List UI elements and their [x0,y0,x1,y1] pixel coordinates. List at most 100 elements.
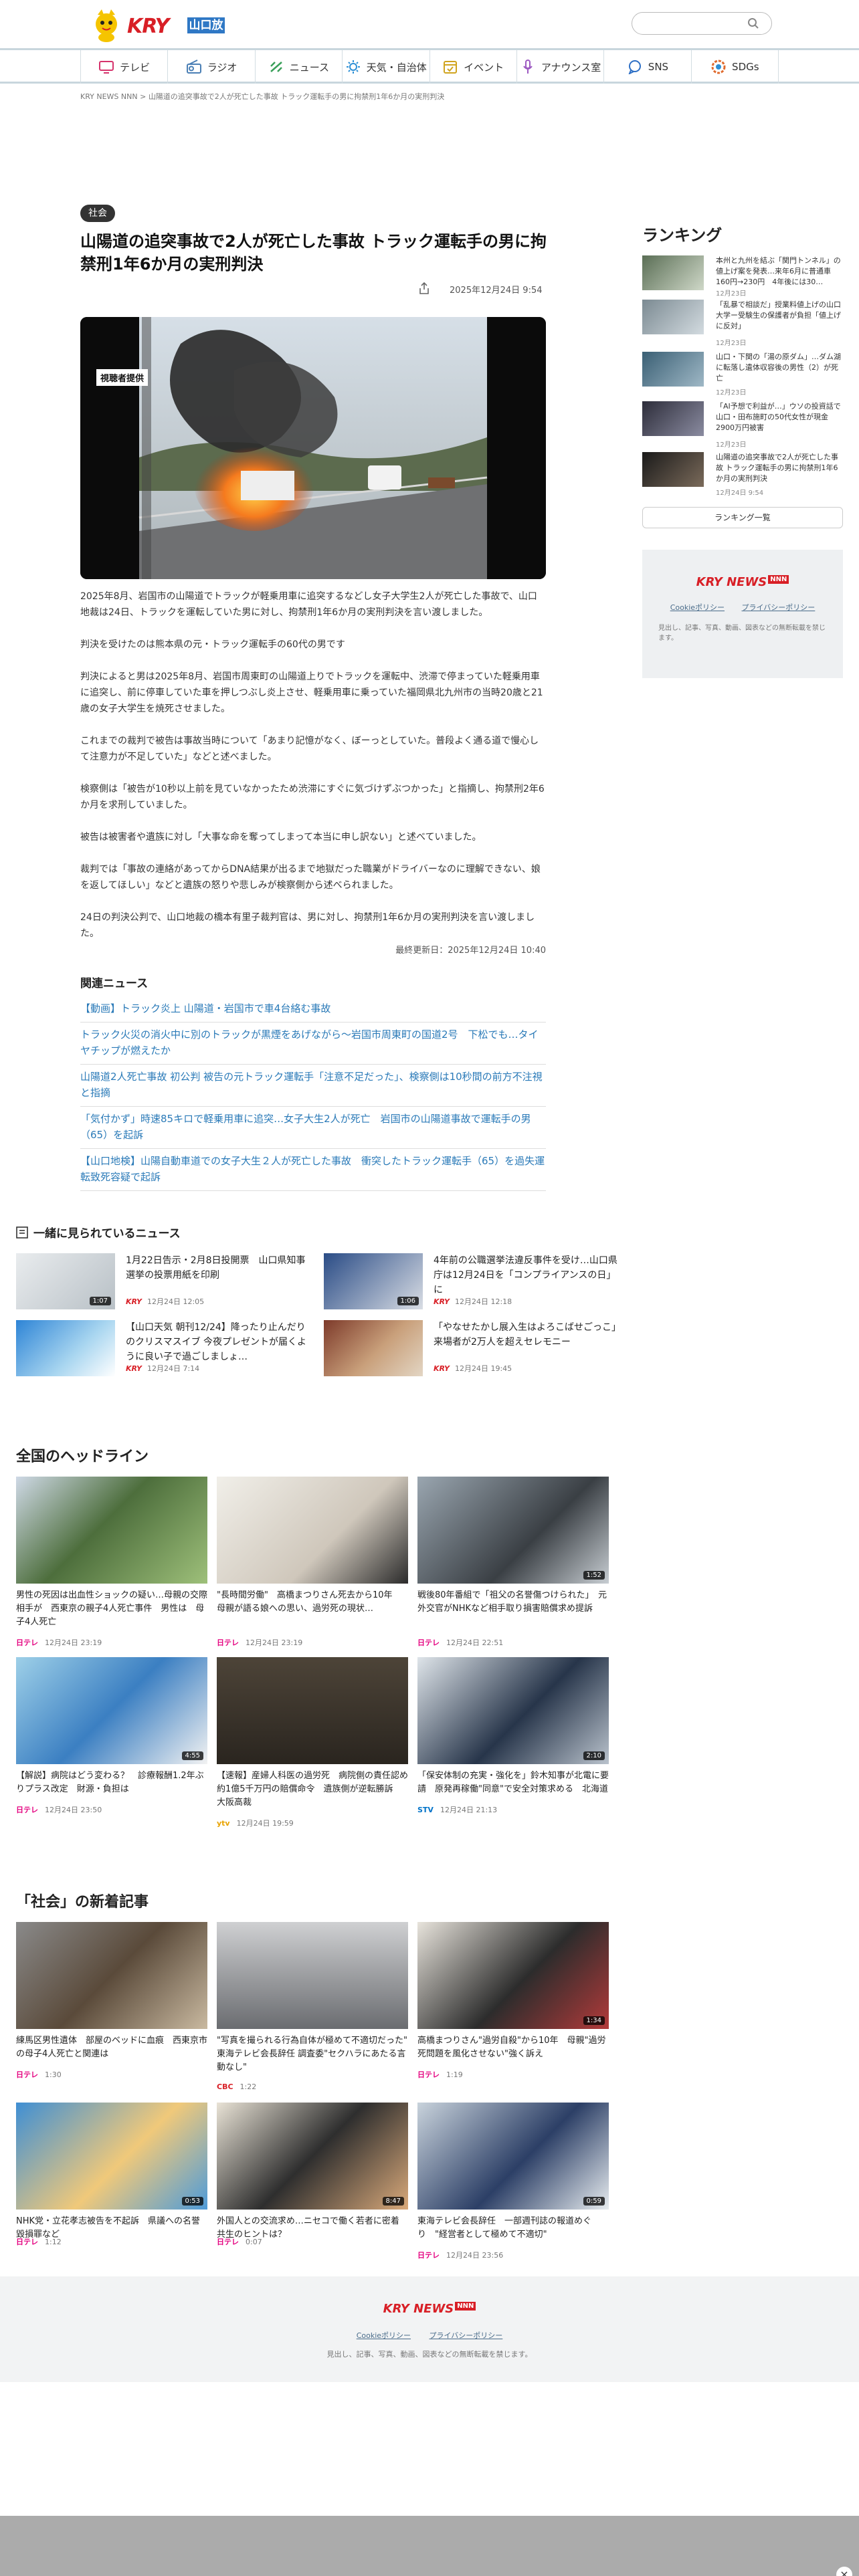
thumbnail [217,1477,408,1584]
thumbnail: 8:47 [217,2103,408,2210]
nav-tv[interactable]: テレビ [80,50,167,84]
related-link[interactable]: 【山口地検】山陽自動車道での女子大生２人が死亡した事故 衝突したトラック運転手（… [80,1149,546,1191]
thumbnail [324,1320,423,1376]
footer-brand[interactable]: KRY NEWS NNN [0,2302,859,2316]
news-card[interactable]: 1:34 高橋まつりさん"過労自殺"から10年 母親"過労死問題を風化させない"… [417,1922,609,2096]
article-paragraph: 2025年8月、岩国市の山陽道でトラックが軽乗用車に追突するなどし女子大学生2人… [80,591,537,618]
item-title: 1月22日告示・2月8日投開票 山口県知事選挙の投票用紙を印刷 [126,1255,306,1281]
promo-box: KRY NEWS NNN Cookieポリシー プライバシーポリシー 見出し、記事… [642,550,843,678]
card-meta: STV 12月24日 21:13 [417,1806,498,1814]
duration-badge: 1:06 [397,1297,419,1305]
related-link[interactable]: トラック火災の消火中に別のトラックが黒煙をあげながら～岩国市周東町の国道2号 下… [80,1023,546,1065]
site-header: KRY 山口放送 [0,0,859,48]
thumbnail [642,255,704,290]
duration-badge: 1:52 [583,1571,605,1580]
related-link[interactable]: 「気付かず」時速85キロで軽乗用車に追突…女子大生2人が死亡 岩国市の山陽道事故… [80,1107,546,1149]
item-date: 12月24日 12:18 [454,1297,512,1306]
news-card[interactable]: 8:47 外国人との交流求め…ニセコで働く若者に密着 共生のヒントは？ 日テレ 0… [217,2103,408,2276]
category-tag[interactable]: 社会 [80,205,115,222]
cookie-policy-link[interactable]: Cookieポリシー [670,603,725,612]
card-meta: CBC 1:22 [217,2082,257,2091]
privacy-policy-link[interactable]: プライバシーポリシー [430,2331,503,2340]
also-seen-item[interactable]: 1:07 1月22日告示・2月8日投開票 山口県知事選挙の投票用紙を印刷 KRY… [16,1253,310,1309]
nav-label: ニュース [289,61,330,74]
cookie-policy-link[interactable]: Cookieポリシー [357,2331,411,2340]
also-seen-item[interactable]: 1:06 4年前の公職選挙法違反事件を受け…山口県庁は12月24日を「コンプライ… [324,1253,618,1309]
site-logo[interactable]: KRY 山口放送 [87,5,227,48]
privacy-policy-link[interactable]: プライバシーポリシー [742,603,816,612]
ranking-item[interactable]: 本州と九州を結ぶ「関門トンネル」の値上げ案を発表…来年6月に普通車160円→23… [642,255,843,298]
duration-badge: 1:07 [89,1297,111,1305]
item-title: 4年前の公職選挙法違反事件を受け…山口県庁は12月24日を「コンプライアンスの日… [434,1255,617,1295]
card-title: 東海テレビ会長辞任 一部週刊誌の報道めぐり "経営者として極めて不適切" [417,2216,592,2240]
breadcrumb-home[interactable]: KRY NEWS NNN [80,92,138,101]
article-paragraph: 判決を受けたのは熊本県の元・トラック運転手の60代の男です [80,639,345,650]
photo-fire-truck [80,317,546,579]
ranking-date: 12月24日 9:54 [716,490,764,497]
news-card[interactable]: 1:52 戦後80年番組で「祖父の名誉傷つけられた」 元外交官がNHKなど相手取… [417,1477,609,1650]
ranking-item[interactable]: 「AI予想で利益が…」ウソの投資話で山口・田布施町の50代女性が現金2900万円… [642,401,843,449]
main-nav: テレビ ラジオ ニュース 天気・自治体 イベント アナウンス室 SNS SDGs [0,50,859,84]
nav-label: アナウンス室 [541,61,601,74]
article-paragraph: 被告は被害者や遺族に対し「大事な命を奪ってしまって本当に申し訳ない」と述べていま… [80,832,482,843]
news-card[interactable]: 男性の死因は出血性ショックの疑い…母親の交際相手が 西東京の親子4人死亡事件 男… [16,1477,207,1650]
nav-event[interactable]: イベント [429,50,516,84]
card-meta: 日テレ 12月24日 23:56 [417,2251,504,2260]
nav-news[interactable]: ニュース [254,50,342,84]
item-brand: KRY [434,1364,450,1373]
ranking-title: 山口・下関の「湯の原ダム」…ダム湖に転落し遺体収容後の男性（2）が死亡 [716,352,841,383]
item-meta: KRY 12月24日 7:14 [126,1363,199,1374]
duration-badge: 0:53 [181,2197,203,2206]
thumbnail: 0:53 [16,2103,207,2210]
item-date: 12月24日 7:14 [147,1364,200,1373]
news-card[interactable]: 2:10 「保安体制の充実・強化を」鈴木知事が北電に要請 原発再稼働"同意"で安… [417,1657,609,1831]
news-card[interactable]: 0:53 NHK党・立花孝志被告を不起訴 県議への名誉毀損罪など 日テレ 1:12 [16,2103,207,2276]
news-card[interactable]: 0:59 東海テレビ会長辞任 一部週刊誌の報道めぐり "経営者として極めて不適切… [417,2103,609,2276]
society-heading: 「社会」の新着記事 [16,1894,149,1911]
thumbnail: 0:59 [417,2103,609,2210]
ranking-item[interactable]: 「乱暴で相談だ」授業料値上げの山口大学ー受験生の保護者が負担「値上げに反対」 1… [642,300,843,347]
share-icon[interactable] [419,282,430,294]
breadcrumb: KRY NEWS NNN > 山陽道の追突事故で2人が死亡した事故 トラック運転… [80,91,444,102]
item-meta: KRY 12月24日 19:45 [434,1363,512,1374]
news-card[interactable]: "写真を撮られる行為自体が極めて不適切だった" 東海テレビ会長辞任 調査委"セク… [217,1922,408,2096]
nav-label: SNS [648,61,669,73]
ranking-date: 12月23日 [716,340,747,347]
thumbnail [642,401,704,436]
news-card[interactable]: "長時間労働" 高橋まつりさん死去から10年 母親が語る娘への思い、過労死の現状… [217,1477,408,1650]
also-seen-item[interactable]: 「やなせたかし展入生はよろこばせごっこ」来場者が2万人を超えセレモニー KRY 1… [324,1320,618,1376]
news-card[interactable]: 4:55 【解説】病院はどう変わる？ 診療報酬1.2年ぶりプラス改定 財源・負担… [16,1657,207,1831]
nav-announce[interactable]: アナウンス室 [516,50,603,84]
related-link[interactable]: 【動画】トラック炎上 山陽道・岩国市で車4台絡む事故 [80,996,546,1023]
ranking-date: 12月23日 [716,441,747,449]
also-seen-title: 一緒に見られているニュース [33,1227,181,1241]
article-paragraph: 検察側は「被告が10秒以上前を見ていなかったため渋滞にすぐに気づけずぶつかった」… [80,784,545,811]
ranking-item[interactable]: 山口・下関の「湯の原ダム」…ダム湖に転落し遺体収容後の男性（2）が死亡 12月2… [642,352,843,397]
search-icon[interactable] [747,17,759,29]
radio-icon [186,60,201,74]
nav-weather[interactable]: 天気・自治体 [342,50,429,84]
news-card[interactable]: 練馬区男性遺体 部屋のベッドに血痕 西東京市の母子4人死亡と関連は 日テレ 1:3… [16,1922,207,2096]
item-brand: KRY [126,1364,142,1373]
card-meta: 日テレ 1:30 [16,2070,62,2079]
ranking-date: 12月23日 [716,389,747,397]
thumbnail [16,1320,115,1376]
search-input[interactable] [632,12,772,35]
news-card[interactable]: 【速報】産婦人科医の過労死 病院側の責任認め約1億5千万円の賠償命令 遺族側が逆… [217,1657,408,1831]
item-title: 【山口天気 朝刊12/24】降ったり止んだりのクリスマスイブ 今夜プレゼントが届… [126,1322,307,1362]
thumbnail [217,1922,408,2029]
card-title: "長時間労働" 高橋まつりさん死去から10年 母親が語る娘への思い、過労死の現状… [217,1590,401,1614]
nav-sdgs[interactable]: SDGs [690,50,779,84]
also-seen-item[interactable]: 【山口天気 朝刊12/24】降ったり止んだりのクリスマスイブ 今夜プレゼントが届… [16,1320,310,1376]
article-paragraph: 24日の判決公判で、山口地裁の橋本有里子裁判官は、男に対し、拘禁刑1年6か月の実… [80,912,535,939]
card-title: 高橋まつりさん"過労自殺"から10年 母親"過労死問題を風化させない"強く訴え [417,2036,606,2059]
ranking-item[interactable]: 山陽道の追突事故で2人が死亡した事故 トラック運転手の男に拘禁刑1年6か月の実刑… [642,452,843,497]
item-meta: KRY 12月24日 12:05 [126,1296,204,1307]
nav-radio[interactable]: ラジオ [167,50,254,84]
card-meta: 日テレ 0:07 [217,2238,262,2246]
ranking-title: 「乱暴で相談だ」授業料値上げの山口大学ー受験生の保護者が負担「値上げに反対」 [716,300,841,330]
related-link[interactable]: 山陽道2人死亡事故 初公判 被告の元トラック運転手「注意不足だった」、検察側は1… [80,1065,546,1107]
card-title: 練馬区男性遺体 部屋のベッドに血痕 西東京市の母子4人死亡と関連は [16,2036,208,2059]
ranking-list-button[interactable]: ランキング一覧 [642,507,843,528]
nav-sns[interactable]: SNS [603,50,690,84]
